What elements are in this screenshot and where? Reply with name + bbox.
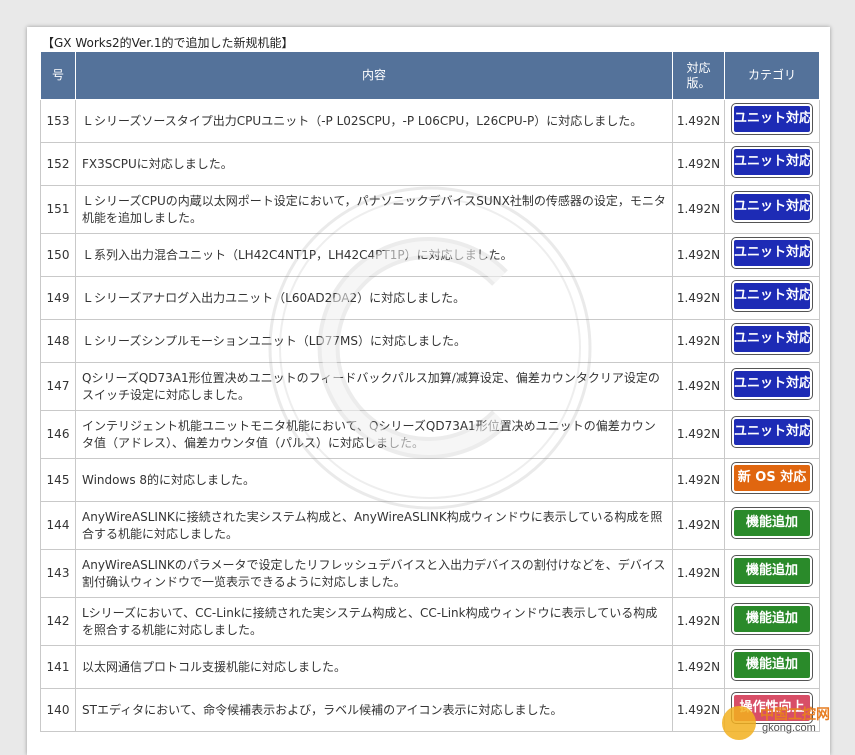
row-desc: Lシリーズにおいて、CC-Linkに接続された実システム构成と、CC-Link构…	[75, 597, 673, 646]
header-desc: 内容	[75, 51, 673, 100]
category-badge-unit[interactable]: ユニット対応	[732, 237, 812, 268]
category-badge-feature[interactable]: 機能追加	[732, 604, 812, 634]
table-row: 150 Ｌ系列入出力混合ユニット（LH42C4NT1P，LH42C4PT1P）に…	[40, 233, 820, 277]
row-num: 141	[40, 645, 76, 689]
row-ver: 1.492N	[672, 362, 725, 411]
row-desc: Ｌシリーズシンプルモーションユニット（LD77MS）に対応しました。	[75, 319, 673, 363]
row-ver: 1.492N	[672, 645, 725, 689]
row-cat-cell: 新 OS 対応	[724, 458, 820, 502]
row-cat-cell: 機能追加	[724, 645, 820, 689]
row-cat-cell: ユニット対応	[724, 362, 820, 411]
category-badge-unit[interactable]: ユニット対応	[732, 323, 812, 354]
row-cat-cell: 機能追加	[724, 597, 820, 646]
row-ver: 1.492N	[672, 276, 725, 320]
table-row: 147 QシリーズQD73A1形位置决めユニットのフィードバックパルス加算/减算…	[40, 362, 820, 411]
header-ver-line1: 対応	[686, 60, 711, 75]
row-ver: 1.492N	[672, 458, 725, 502]
row-desc: インテリジェント机能ユニットモニタ机能において、QシリーズQD73A1形位置决め…	[75, 410, 673, 459]
row-cat-cell: ユニット対応	[724, 233, 820, 277]
site-logo: 中国工控网 gkong.com	[722, 700, 847, 750]
row-num: 146	[40, 410, 76, 459]
row-ver: 1.492N	[672, 410, 725, 459]
table-header-row: 号 内容 対応 版。 カテゴリ	[40, 51, 820, 100]
row-desc: AnyWireASLINKのパラメータで设定したリフレッシュデバイスと入出力デバ…	[75, 549, 673, 598]
table-row: 148 Ｌシリーズシンプルモーションユニット（LD77MS）に対応しました。 1…	[40, 319, 820, 363]
section-title: 【GX Works2的Ver.1的で追加した新规机能】	[42, 36, 294, 50]
row-desc: FX3SCPUに対応しました。	[75, 142, 673, 186]
table-row: 153 Ｌシリーズソースタイプ出力CPUユニット（-P L02SCPU，-P L…	[40, 99, 820, 143]
row-ver: 1.492N	[672, 319, 725, 363]
logo-text: 中国工控网	[760, 706, 830, 722]
row-desc: AnyWireASLINKに接続された実システム构成と、AnyWireASLIN…	[75, 501, 673, 550]
table-row: 144 AnyWireASLINKに接続された実システム构成と、AnyWireA…	[40, 501, 820, 550]
category-badge-unit[interactable]: ユニット対応	[732, 146, 812, 177]
header-num: 号	[40, 51, 76, 100]
row-num: 149	[40, 276, 76, 320]
row-desc: QシリーズQD73A1形位置决めユニットのフィードバックパルス加算/减算设定、偏…	[75, 362, 673, 411]
row-ver: 1.492N	[672, 597, 725, 646]
table-row: 143 AnyWireASLINKのパラメータで设定したリフレッシュデバイスと入…	[40, 549, 820, 598]
table-row: 152 FX3SCPUに対応しました。 1.492N ユニット対応	[40, 142, 820, 186]
row-cat-cell: ユニット対応	[724, 185, 820, 234]
row-ver: 1.492N	[672, 233, 725, 277]
table-row: 141 以太网通信プロトコル支援机能に対応しました。 1.492N 機能追加	[40, 645, 820, 689]
row-ver: 1.492N	[672, 501, 725, 550]
row-cat-cell: 機能追加	[724, 549, 820, 598]
table-row: 142 Lシリーズにおいて、CC-Linkに接続された実システム构成と、CC-L…	[40, 597, 820, 646]
row-ver: 1.492N	[672, 185, 725, 234]
logo-url: gkong.com	[762, 722, 816, 734]
row-num: 153	[40, 99, 76, 143]
category-badge-feature[interactable]: 機能追加	[732, 556, 812, 586]
feature-table: 号 内容 対応 版。 カテゴリ 153 Ｌシリーズソースタイプ出力CPUユニット（…	[40, 51, 820, 732]
document-page: 【GX Works2的Ver.1的で追加した新规机能】 号 内容 対応 版。 カテ…	[27, 27, 830, 755]
header-cat: カテゴリ	[724, 51, 820, 100]
category-badge-unit[interactable]: ユニット対応	[732, 192, 812, 222]
row-cat-cell: ユニット対応	[724, 99, 820, 143]
category-badge-unit[interactable]: ユニット対応	[732, 417, 812, 447]
category-badge-unit[interactable]: ユニット対応	[732, 280, 812, 311]
table-row: 145 Windows 8的に対応しました。 1.492N 新 OS 対応	[40, 458, 820, 502]
gear-icon	[722, 706, 756, 740]
row-num: 143	[40, 549, 76, 598]
row-num: 142	[40, 597, 76, 646]
row-desc: 以太网通信プロトコル支援机能に対応しました。	[75, 645, 673, 689]
row-cat-cell: ユニット対応	[724, 142, 820, 186]
table-row: 151 ＬシリーズCPUの内蔵以太网ポート设定において，パナソニックデバイスSU…	[40, 185, 820, 234]
category-badge-unit[interactable]: ユニット対応	[732, 103, 812, 134]
table-row: 149 Ｌシリーズアナログ入出力ユニット（L60AD2DA2）に対応しました。 …	[40, 276, 820, 320]
row-num: 151	[40, 185, 76, 234]
row-num: 150	[40, 233, 76, 277]
row-desc: Ｌ系列入出力混合ユニット（LH42C4NT1P，LH42C4PT1P）に対応しま…	[75, 233, 673, 277]
category-badge-feature[interactable]: 機能追加	[732, 508, 812, 538]
row-cat-cell: ユニット対応	[724, 319, 820, 363]
row-desc: Windows 8的に対応しました。	[75, 458, 673, 502]
row-cat-cell: ユニット対応	[724, 410, 820, 459]
table-row: 140 STエディタにおいて、命令候補表示および，ラベル候補のアイコン表示に対応…	[40, 688, 820, 732]
row-ver: 1.492N	[672, 99, 725, 143]
row-num: 148	[40, 319, 76, 363]
row-cat-cell: 機能追加	[724, 501, 820, 550]
row-num: 140	[40, 688, 76, 732]
row-num: 145	[40, 458, 76, 502]
row-desc: ＬシリーズCPUの内蔵以太网ポート设定において，パナソニックデバイスSUNX社制…	[75, 185, 673, 234]
row-desc: STエディタにおいて、命令候補表示および，ラベル候補のアイコン表示に対応しました…	[75, 688, 673, 732]
row-ver: 1.492N	[672, 549, 725, 598]
table-row: 146 インテリジェント机能ユニットモニタ机能において、QシリーズQD73A1形…	[40, 410, 820, 459]
row-desc: Ｌシリーズソースタイプ出力CPUユニット（-P L02SCPU，-P L06CP…	[75, 99, 673, 143]
category-badge-unit[interactable]: ユニット対応	[732, 369, 812, 399]
header-ver-line2: 版。	[686, 75, 711, 90]
category-badge-feature[interactable]: 機能追加	[732, 649, 812, 680]
row-num: 144	[40, 501, 76, 550]
row-num: 152	[40, 142, 76, 186]
header-ver: 対応 版。	[672, 51, 725, 100]
row-cat-cell: ユニット対応	[724, 276, 820, 320]
row-desc: Ｌシリーズアナログ入出力ユニット（L60AD2DA2）に対応しました。	[75, 276, 673, 320]
row-ver: 1.492N	[672, 688, 725, 732]
row-num: 147	[40, 362, 76, 411]
category-badge-os[interactable]: 新 OS 対応	[732, 462, 812, 493]
row-ver: 1.492N	[672, 142, 725, 186]
